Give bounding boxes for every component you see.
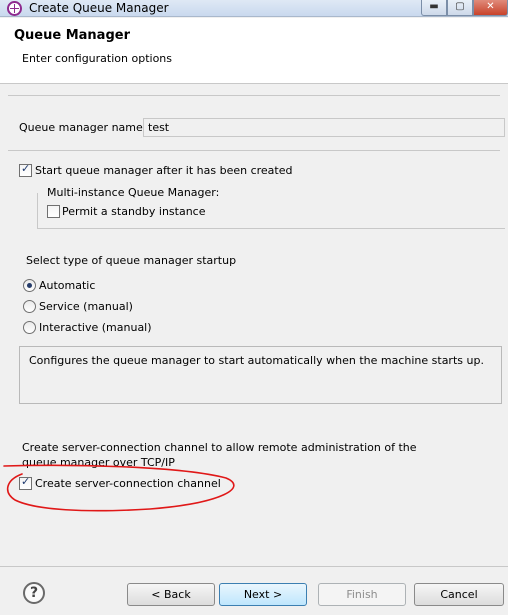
app-icon <box>7 1 22 16</box>
start-after-create-checkbox[interactable] <box>19 162 32 177</box>
close-button[interactable]: ✕ <box>473 0 508 16</box>
back-button[interactable]: < Back <box>127 583 215 606</box>
multi-instance-label: Multi-instance Queue Manager: <box>45 186 222 199</box>
divider <box>8 150 500 151</box>
startup-type-label: Select type of queue manager startup <box>26 254 237 267</box>
help-icon[interactable]: ? <box>23 582 45 604</box>
permit-standby-checkbox[interactable] <box>47 205 60 218</box>
startup-automatic-label: Automatic <box>39 279 96 292</box>
startup-description: Configures the queue manager to start au… <box>29 354 484 367</box>
footer-divider <box>0 566 508 567</box>
maximize-button[interactable]: ▢ <box>447 0 473 16</box>
server-conn-info-line2: queue manager over TCP/IP <box>22 456 175 469</box>
cancel-button[interactable]: Cancel <box>414 583 504 606</box>
divider <box>8 95 500 96</box>
startup-service-label: Service (manual) <box>39 300 133 313</box>
window-title: Create Queue Manager <box>29 1 169 15</box>
startup-interactive-radio[interactable] <box>23 321 36 334</box>
red-circle-annotation <box>3 464 235 512</box>
page-header: Queue Manager Enter configuration option… <box>0 18 508 84</box>
finish-button[interactable]: Finish <box>318 583 406 606</box>
startup-automatic-radio[interactable] <box>23 279 36 292</box>
page-description: Enter configuration options <box>22 52 172 65</box>
startup-service-radio[interactable] <box>23 300 36 313</box>
page-title: Queue Manager <box>14 28 130 43</box>
qm-name-input[interactable]: test <box>143 118 505 137</box>
minimize-button[interactable]: ▬ <box>421 0 447 16</box>
title-bar: Create Queue Manager ▬ ▢ ✕ <box>0 0 508 17</box>
qm-name-label: Queue manager name: <box>19 121 147 134</box>
start-after-create-label: Start queue manager after it has been cr… <box>35 164 293 177</box>
server-conn-label: Create server-connection channel <box>35 477 221 490</box>
startup-interactive-label: Interactive (manual) <box>39 321 152 334</box>
server-conn-info-line1: Create server-connection channel to allo… <box>22 441 417 454</box>
next-button[interactable]: Next > <box>219 583 307 606</box>
server-conn-checkbox[interactable] <box>19 475 32 490</box>
startup-description-box: Configures the queue manager to start au… <box>19 346 502 404</box>
permit-standby-label: Permit a standby instance <box>62 205 206 218</box>
